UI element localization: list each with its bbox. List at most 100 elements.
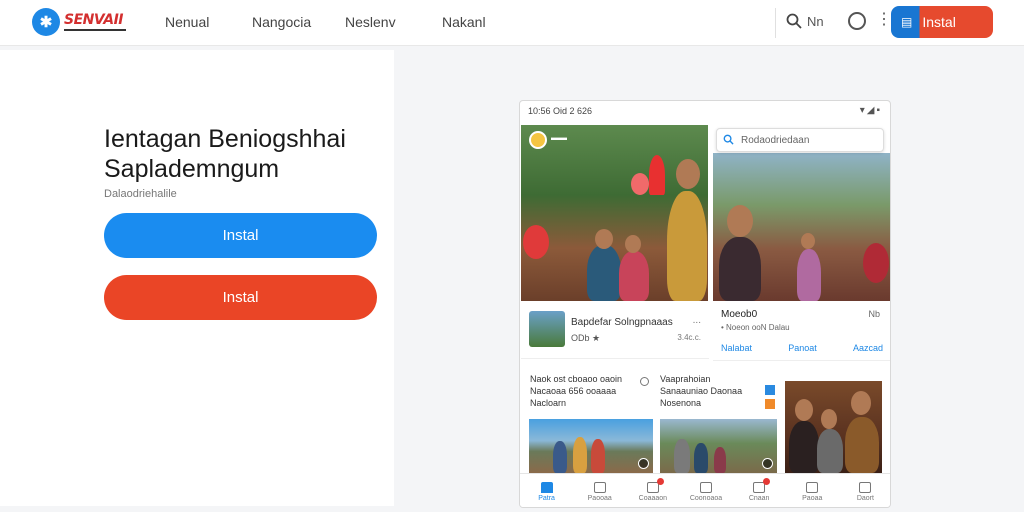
feed-photo-village[interactable] bbox=[713, 153, 890, 301]
phone-mockup: 10:56 Oid 2 626 ▾◢▪ ▬▬ Rodaodriedaan Bap… bbox=[519, 100, 891, 508]
tab-5[interactable]: Cnaan bbox=[733, 474, 786, 507]
header-divider bbox=[775, 8, 776, 38]
play-icon[interactable] bbox=[638, 458, 649, 469]
info-action-2[interactable]: Panoat bbox=[788, 343, 817, 353]
person-figure bbox=[797, 249, 821, 301]
list-item[interactable]: Bapdefar Solngpnaaas ODb ★ ... 3.4c.c. bbox=[521, 303, 709, 359]
header-install-button[interactable]: ▤ Instal bbox=[891, 6, 993, 38]
person-figure bbox=[817, 429, 843, 473]
tab-6[interactable]: Paoaa bbox=[786, 474, 839, 507]
news-left-line-1: Naok ost cboaoo oaoin bbox=[530, 374, 623, 384]
person-head bbox=[795, 399, 813, 421]
feed-photo-house[interactable] bbox=[660, 419, 777, 473]
more-menu-icon[interactable]: ⋮ bbox=[876, 12, 892, 28]
avatar-badge-icon bbox=[529, 131, 547, 149]
info-title: Moeob0 bbox=[721, 309, 758, 320]
tab-7[interactable]: Daort bbox=[839, 474, 890, 507]
header-install-label: Instal bbox=[922, 14, 956, 30]
signal-battery-icon: ▾◢▪ bbox=[859, 105, 882, 116]
info-action-1[interactable]: Nalabat bbox=[721, 343, 752, 353]
logo-mark-icon: ✱ bbox=[32, 8, 60, 36]
logo-text: SENVAII bbox=[64, 12, 124, 28]
tab-3[interactable]: Coaaaon bbox=[626, 474, 679, 507]
phone-status-time: 10:56 Oid 2 626 bbox=[528, 106, 593, 116]
logo-underline bbox=[64, 29, 126, 31]
search-icon[interactable] bbox=[786, 13, 802, 29]
person-figure bbox=[619, 251, 649, 301]
tab-home[interactable]: Patra bbox=[520, 474, 573, 507]
brand-logo[interactable]: ✱ SENVAII bbox=[32, 8, 126, 36]
photo-badge-text: ▬▬ bbox=[551, 133, 567, 142]
person-figure bbox=[674, 439, 690, 473]
tab-label: Cnaan bbox=[748, 494, 770, 502]
person-head bbox=[801, 233, 815, 249]
list-item-rating: ODb ★ bbox=[571, 333, 601, 343]
person-figure bbox=[553, 441, 567, 473]
news-right-line-1: Vaaprahoian bbox=[660, 374, 711, 384]
info-right-label: Nb bbox=[868, 309, 880, 319]
notification-dot bbox=[763, 478, 771, 485]
nav-link-2[interactable]: Nangocia bbox=[252, 14, 311, 30]
nav-link-4[interactable]: Nakanl bbox=[442, 14, 486, 30]
list-item-title: Bapdefar Solngpnaaas bbox=[571, 317, 673, 328]
person-figure bbox=[667, 191, 707, 301]
person-figure bbox=[714, 447, 726, 473]
feed-photo-family[interactable] bbox=[785, 381, 882, 473]
phone-search-bar[interactable]: Rodaodriedaan bbox=[716, 128, 884, 152]
person-head bbox=[851, 391, 871, 415]
notification-dot bbox=[657, 478, 665, 485]
news-left-line-2: Nacaoaa 656 ooaaaa bbox=[530, 386, 617, 396]
feed-photo-group[interactable] bbox=[529, 419, 653, 473]
info-action-3[interactable]: Aazcad bbox=[853, 343, 883, 353]
news-left-line-3: Nacloarn bbox=[530, 398, 567, 408]
list-item-menu-icon[interactable]: ... bbox=[693, 315, 701, 326]
phone-tab-bar: Patra Paooaa Coaaaon Coonoaoa Cnaan Paoa… bbox=[520, 473, 890, 507]
tab-label: Coonoaoa bbox=[689, 494, 723, 502]
nav-link-3[interactable]: Neslenv bbox=[345, 14, 396, 30]
feed-photo-festival[interactable]: ▬▬ bbox=[521, 125, 708, 301]
person-figure bbox=[719, 237, 761, 301]
account-icon[interactable] bbox=[848, 12, 866, 30]
info-actions: Nalabat Panoat Aazcad bbox=[721, 343, 883, 353]
news-item-right[interactable]: Vaaprahoian Sanaauniao Daonaa Nosenona bbox=[660, 373, 775, 409]
phone-search-placeholder: Rodaodriedaan bbox=[741, 135, 810, 146]
balloon-shape bbox=[631, 173, 649, 195]
person-figure bbox=[789, 421, 819, 473]
news-right-line-2: Sanaauniao Daonaa bbox=[660, 386, 743, 396]
inbox-icon bbox=[699, 481, 712, 493]
info-panel: Moeob0 Nb • Noeon ooN Dalau Nalabat Pano… bbox=[713, 303, 890, 361]
camera-icon bbox=[806, 481, 819, 493]
person-head bbox=[625, 235, 641, 253]
install-secondary-button[interactable]: Instal bbox=[104, 275, 377, 320]
tab-label: Patra bbox=[538, 494, 555, 502]
share-icon bbox=[765, 385, 775, 395]
balloon-shape bbox=[523, 225, 549, 259]
tab-2[interactable]: Paooaa bbox=[573, 474, 626, 507]
news-right-line-3: Nosenona bbox=[660, 398, 702, 408]
tab-label: Paooaa bbox=[587, 494, 612, 502]
person-figure bbox=[845, 417, 879, 473]
tab-label: Paoaa bbox=[802, 494, 823, 502]
flower-shape bbox=[863, 243, 889, 283]
person-head bbox=[821, 409, 837, 429]
info-subtitle: • Noeon ooN Dalau bbox=[721, 323, 790, 332]
tab-4[interactable]: Coonoaoa bbox=[679, 474, 732, 507]
home-icon bbox=[540, 481, 553, 493]
search-label[interactable]: Nn bbox=[807, 14, 824, 29]
person-figure bbox=[694, 443, 708, 473]
play-icon[interactable] bbox=[762, 458, 773, 469]
nav-link-1[interactable]: Nenual bbox=[165, 14, 209, 30]
person-head bbox=[727, 205, 753, 237]
person-head bbox=[595, 229, 613, 249]
install-primary-button[interactable]: Instal bbox=[104, 213, 377, 258]
news-item-left[interactable]: Naok ost cboaoo oaoin Nacaoaa 656 ooaaaa… bbox=[530, 373, 649, 409]
list-icon bbox=[593, 481, 606, 493]
hero-subtitle: Dalaodriehalile bbox=[104, 188, 177, 200]
person-head bbox=[676, 159, 700, 189]
tab-label: Coaaaon bbox=[638, 494, 668, 502]
list-item-side-text: 3.4c.c. bbox=[677, 333, 701, 342]
document-icon: ▤ bbox=[901, 15, 913, 29]
person-figure bbox=[587, 245, 621, 301]
top-nav-bar: ✱ SENVAII Nenual Nangocia Neslenv Nakanl… bbox=[0, 0, 1024, 46]
search-icon bbox=[723, 134, 734, 145]
